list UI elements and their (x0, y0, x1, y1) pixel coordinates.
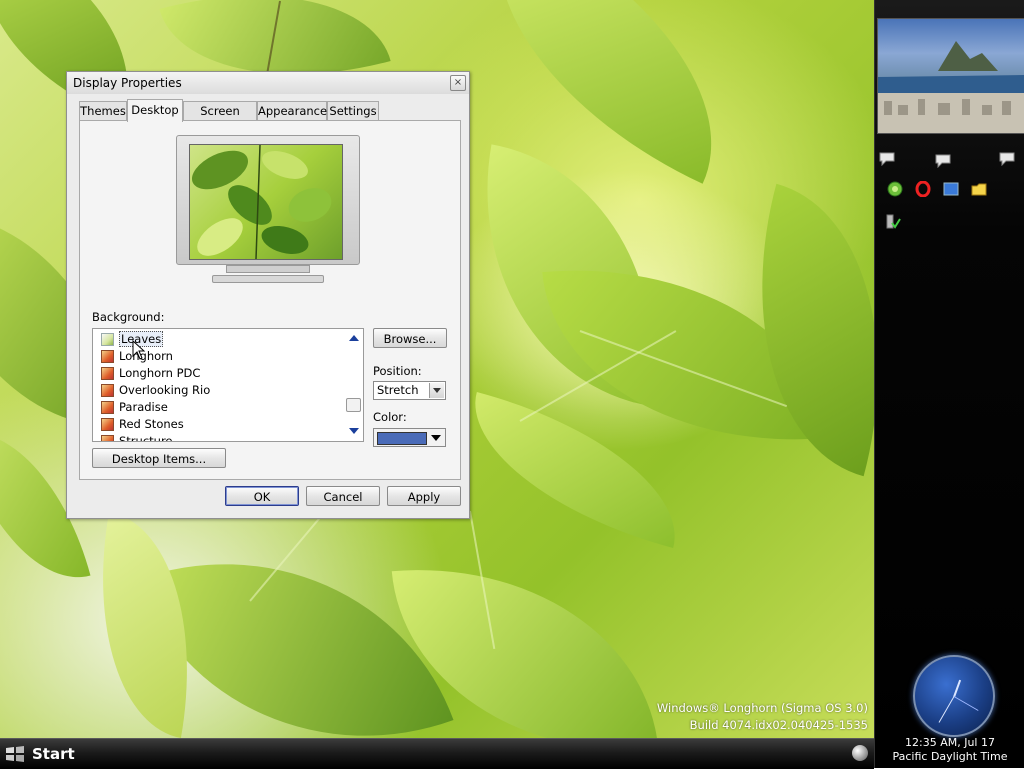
ok-button[interactable]: OK (225, 486, 299, 506)
image-file-icon (101, 434, 114, 441)
display-properties-dialog: Display Properties × Themes Desktop Scre… (66, 71, 470, 519)
desktop-items-button[interactable]: Desktop Items... (92, 448, 226, 468)
close-button[interactable]: × (450, 75, 466, 91)
list-item[interactable]: Red Stones (101, 416, 184, 432)
list-item-label: Longhorn PDC (119, 366, 201, 380)
list-item[interactable]: Structure (101, 433, 173, 442)
list-item-label: Red Stones (119, 417, 184, 431)
clock-time-text: 12:35 AM, Jul 17 (905, 736, 995, 749)
color-picker[interactable] (373, 428, 446, 447)
tab-label: Desktop (131, 103, 179, 117)
chat-icon[interactable] (935, 154, 953, 168)
scroll-down-arrow-icon[interactable] (349, 428, 359, 434)
mouse-cursor-icon (132, 340, 146, 360)
sidebar: 12:35 AM, Jul 17 Pacific Daylight Time (874, 0, 1024, 768)
dialog-titlebar[interactable]: Display Properties × (67, 72, 469, 94)
ok-label: OK (253, 490, 271, 504)
close-icon: × (453, 77, 463, 88)
cancel-label: Cancel (323, 490, 363, 504)
screen-icon[interactable] (943, 182, 959, 196)
start-button[interactable]: Start (4, 742, 75, 766)
browse-button[interactable]: Browse... (373, 328, 447, 348)
background-label: Background: (92, 310, 165, 324)
monitor-stand (226, 265, 310, 273)
tab-label: Themes (80, 104, 126, 118)
apply-label: Apply (407, 490, 441, 504)
tab-themes[interactable]: Themes (79, 101, 127, 121)
list-item-label: Structure (119, 434, 173, 442)
slideshow-tile[interactable] (877, 18, 1024, 134)
clock-hour-hand (953, 679, 962, 698)
image-file-icon (101, 366, 114, 380)
dialog-title: Display Properties (73, 76, 182, 90)
color-swatch (377, 432, 427, 445)
tab-label: Settings (329, 104, 377, 118)
position-value: Stretch (377, 383, 419, 397)
desktop-tab-panel: Background: Leaves Longhorn Longhorn PDC… (79, 120, 461, 480)
taskbar: Start (0, 738, 874, 769)
task-icon[interactable] (885, 214, 901, 230)
list-item[interactable]: Longhorn PDC (101, 365, 200, 381)
chat-icon[interactable] (879, 152, 897, 166)
chevron-down-icon (433, 388, 441, 393)
watermark-line2: Build 4074.idx02.040425-1535 (689, 718, 868, 732)
tab-screen-saver[interactable]: Screen Saver (183, 101, 257, 137)
desktop-items-label: Desktop Items... (111, 452, 207, 466)
monitor-preview (176, 135, 360, 283)
dropdown-button[interactable] (429, 383, 444, 398)
image-file-icon (101, 417, 114, 431)
list-item-label: Paradise (119, 400, 168, 414)
position-dropdown[interactable]: Stretch (373, 381, 446, 400)
chevron-down-icon (431, 435, 441, 441)
list-item[interactable]: Paradise (101, 399, 168, 415)
watermark-line1: Windows® Longhorn (Sigma OS 3.0) (656, 701, 868, 715)
tab-appearance[interactable]: Appearance (257, 101, 327, 121)
image-file-icon (101, 349, 114, 363)
clock-minute-hand (938, 696, 955, 723)
windows-build-watermark: Windows® Longhorn (Sigma OS 3.0) Build 4… (657, 700, 868, 734)
scrollbar-thumb[interactable] (346, 398, 361, 412)
wallpaper-preview (189, 144, 343, 260)
analog-clock[interactable] (913, 655, 995, 737)
position-label: Position: (373, 364, 422, 378)
clock-second-hand (953, 696, 979, 711)
image-file-icon (101, 332, 114, 346)
monitor-base (212, 275, 324, 283)
tab-label: Appearance (258, 104, 328, 118)
tab-desktop[interactable]: Desktop (127, 99, 183, 122)
list-item[interactable]: Overlooking Rio (101, 382, 210, 398)
color-label: Color: (373, 410, 407, 424)
browse-label: Browse... (383, 332, 437, 346)
list-item-label: Overlooking Rio (119, 383, 211, 397)
cancel-button[interactable]: Cancel (306, 486, 380, 506)
clock-timezone-text: Pacific Daylight Time (892, 750, 1008, 763)
image-file-icon (101, 383, 114, 397)
folder-icon[interactable] (971, 181, 987, 197)
tab-settings[interactable]: Settings (327, 101, 379, 121)
scroll-up-arrow-icon[interactable] (349, 335, 359, 341)
windows-logo-icon (6, 746, 24, 762)
globe-icon[interactable] (887, 181, 903, 197)
image-file-icon (101, 400, 114, 414)
monitor-body (176, 135, 360, 265)
chat-icon[interactable] (999, 152, 1017, 166)
opera-icon[interactable] (915, 181, 931, 197)
start-label: Start (32, 745, 75, 763)
apply-button[interactable]: Apply (387, 486, 461, 506)
tray-orb-icon[interactable] (852, 745, 868, 761)
